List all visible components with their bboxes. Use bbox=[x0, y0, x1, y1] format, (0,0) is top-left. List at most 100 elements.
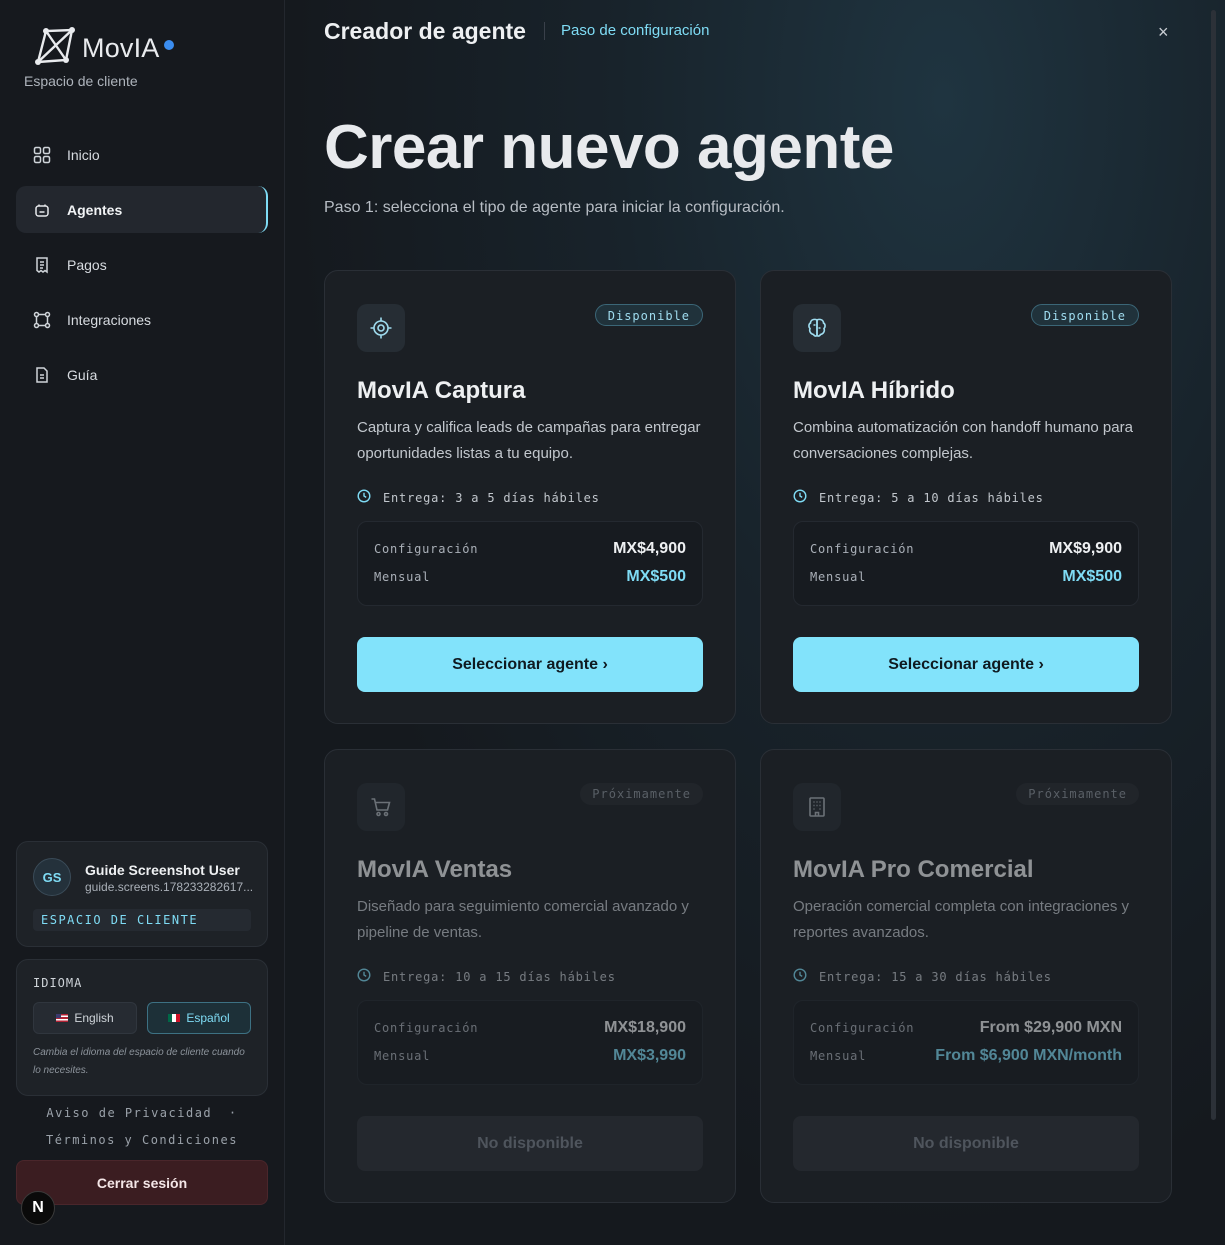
cart-icon bbox=[357, 783, 405, 831]
sidebar-item-label: Inicio bbox=[67, 146, 100, 163]
price-row-monthly: Mensual From $6,900 MXN/month bbox=[810, 1047, 1122, 1065]
sidebar-item-integraciones[interactable]: Integraciones bbox=[16, 296, 268, 343]
brand-name: MovIA bbox=[82, 33, 160, 63]
sidebar-item-label: Guía bbox=[67, 366, 98, 383]
price-row-monthly: Mensual MX$500 bbox=[374, 568, 686, 586]
setup-price: MX$4,900 bbox=[613, 540, 686, 557]
sidebar-item-agentes[interactable]: Agentes bbox=[16, 186, 268, 233]
legal-privacy-row: Aviso de Privacidad · bbox=[0, 1106, 284, 1120]
user-name: Guide Screenshot User bbox=[85, 862, 240, 878]
main-content: Creador de agente Paso de configuración … bbox=[285, 0, 1225, 1245]
price-box: Configuración MX$18,900 Mensual MX$3,990 bbox=[357, 1000, 703, 1085]
price-label: Configuración bbox=[374, 1021, 479, 1035]
price-row-config: Configuración MX$4,900 bbox=[374, 540, 686, 558]
price-label: Configuración bbox=[374, 542, 479, 556]
monthly-price: MX$500 bbox=[626, 568, 686, 585]
brain-icon bbox=[793, 304, 841, 352]
page-header-title: Creador de agente bbox=[324, 18, 526, 44]
price-label: Configuración bbox=[810, 542, 915, 556]
language-option-label: English bbox=[74, 1011, 114, 1025]
building-icon bbox=[793, 783, 841, 831]
verified-badge-icon bbox=[162, 38, 175, 51]
clock-icon bbox=[793, 968, 807, 985]
price-row-config: Configuración From $29,900 MXN bbox=[810, 1019, 1122, 1037]
language-title: IDIOMA bbox=[33, 976, 83, 990]
user-card: GS Guide Screenshot User guide.screens.1… bbox=[16, 841, 268, 947]
page-title: Crear nuevo agente bbox=[324, 113, 894, 182]
language-option-label: Español bbox=[186, 1011, 230, 1025]
bot-icon bbox=[33, 201, 51, 219]
unavailable-button[interactable]: No disponible bbox=[357, 1116, 703, 1171]
privacy-link[interactable]: Aviso de Privacidad bbox=[46, 1106, 212, 1120]
price-box: Configuración MX$4,900 Mensual MX$500 bbox=[357, 521, 703, 606]
avatar[interactable]: GS bbox=[33, 858, 71, 896]
status-badge: Disponible bbox=[594, 304, 703, 326]
agent-delivery: Entrega: 10 a 15 días hábiles bbox=[357, 968, 616, 985]
delivery-text: Entrega: 3 a 5 días hábiles bbox=[383, 490, 600, 505]
legal-separator: · bbox=[228, 1106, 238, 1120]
price-label: Mensual bbox=[374, 570, 431, 584]
scrollbar[interactable] bbox=[1211, 10, 1216, 1120]
sidebar-nav: Inicio Agentes Pagos Integraciones Guía bbox=[16, 131, 268, 406]
clock-icon bbox=[793, 489, 807, 506]
agent-name: MovIA Híbrido bbox=[793, 377, 955, 404]
language-note: Cambia el idioma del espacio de cliente … bbox=[33, 1047, 245, 1076]
monthly-price: MX$3,990 bbox=[613, 1047, 686, 1064]
select-agent-button[interactable]: Seleccionar agente › bbox=[357, 637, 703, 692]
status-badge: Próximamente bbox=[580, 783, 703, 805]
agent-card-captura: Disponible MovIA Captura Captura y calif… bbox=[324, 270, 736, 724]
monthly-price: From $6,900 MXN/month bbox=[935, 1047, 1122, 1064]
agent-delivery: Entrega: 15 a 30 días hábiles bbox=[793, 968, 1052, 985]
price-row-config: Configuración MX$18,900 bbox=[374, 1019, 686, 1037]
agent-description: Diseñado para seguimiento comercial avan… bbox=[357, 898, 689, 941]
agent-description: Captura y califica leads de campañas par… bbox=[357, 419, 701, 462]
sidebar-item-inicio[interactable]: Inicio bbox=[16, 131, 268, 178]
target-icon bbox=[357, 304, 405, 352]
user-email: guide.screens.178233282617... bbox=[85, 880, 254, 894]
terms-link[interactable]: Términos y Condiciones bbox=[46, 1133, 238, 1147]
sidebar-item-guia[interactable]: Guía bbox=[16, 351, 268, 398]
language-spanish-button[interactable]: Español bbox=[147, 1002, 251, 1034]
setup-price: MX$9,900 bbox=[1049, 540, 1122, 557]
header-step: Paso de configuración bbox=[561, 22, 710, 39]
agent-description: Operación comercial completa con integra… bbox=[793, 898, 1129, 941]
close-button[interactable]: × bbox=[1158, 22, 1169, 43]
page-subtitle: Paso 1: selecciona el tipo de agente par… bbox=[324, 199, 785, 216]
price-label: Mensual bbox=[374, 1049, 431, 1063]
document-icon bbox=[33, 366, 51, 384]
price-row-monthly: Mensual MX$500 bbox=[810, 568, 1122, 586]
agent-description: Combina automatización con handoff human… bbox=[793, 419, 1133, 462]
dev-tools-badge[interactable]: N bbox=[21, 1191, 55, 1225]
unavailable-button[interactable]: No disponible bbox=[793, 1116, 1139, 1171]
sidebar-item-pagos[interactable]: Pagos bbox=[16, 241, 268, 288]
agent-card-hibrido: Disponible MovIA Híbrido Combina automat… bbox=[760, 270, 1172, 724]
status-badge: Disponible bbox=[1030, 304, 1139, 326]
price-box: Configuración MX$9,900 Mensual MX$500 bbox=[793, 521, 1139, 606]
sidebar-item-label: Agentes bbox=[67, 201, 123, 218]
sidebar-item-label: Pagos bbox=[67, 256, 107, 273]
agent-name: MovIA Ventas bbox=[357, 856, 513, 883]
delivery-text: Entrega: 5 a 10 días hábiles bbox=[819, 490, 1044, 505]
agent-delivery: Entrega: 5 a 10 días hábiles bbox=[793, 489, 1044, 506]
receipt-icon bbox=[33, 256, 51, 274]
agent-delivery: Entrega: 3 a 5 días hábiles bbox=[357, 489, 600, 506]
price-label: Configuración bbox=[810, 1021, 915, 1035]
delivery-text: Entrega: 10 a 15 días hábiles bbox=[383, 969, 616, 984]
agent-name: MovIA Pro Comercial bbox=[793, 856, 1034, 883]
header-divider bbox=[544, 22, 545, 40]
delivery-text: Entrega: 15 a 30 días hábiles bbox=[819, 969, 1052, 984]
sidebar: MovIA Espacio de cliente Inicio Agentes bbox=[0, 0, 285, 1245]
status-badge: Próximamente bbox=[1016, 783, 1139, 805]
clock-icon bbox=[357, 968, 371, 985]
monthly-price: MX$500 bbox=[1062, 568, 1122, 585]
nodes-icon bbox=[33, 311, 51, 329]
logout-button[interactable]: Cerrar sesión bbox=[16, 1160, 268, 1205]
brand-subtitle: Espacio de cliente bbox=[24, 73, 138, 89]
language-english-button[interactable]: English bbox=[33, 1002, 137, 1034]
price-row-monthly: Mensual MX$3,990 bbox=[374, 1047, 686, 1065]
brand-logo[interactable]: MovIA bbox=[34, 26, 175, 71]
setup-price: From $29,900 MXN bbox=[979, 1019, 1122, 1036]
agent-name: MovIA Captura bbox=[357, 377, 526, 404]
price-row-config: Configuración MX$9,900 bbox=[810, 540, 1122, 558]
select-agent-button[interactable]: Seleccionar agente › bbox=[793, 637, 1139, 692]
